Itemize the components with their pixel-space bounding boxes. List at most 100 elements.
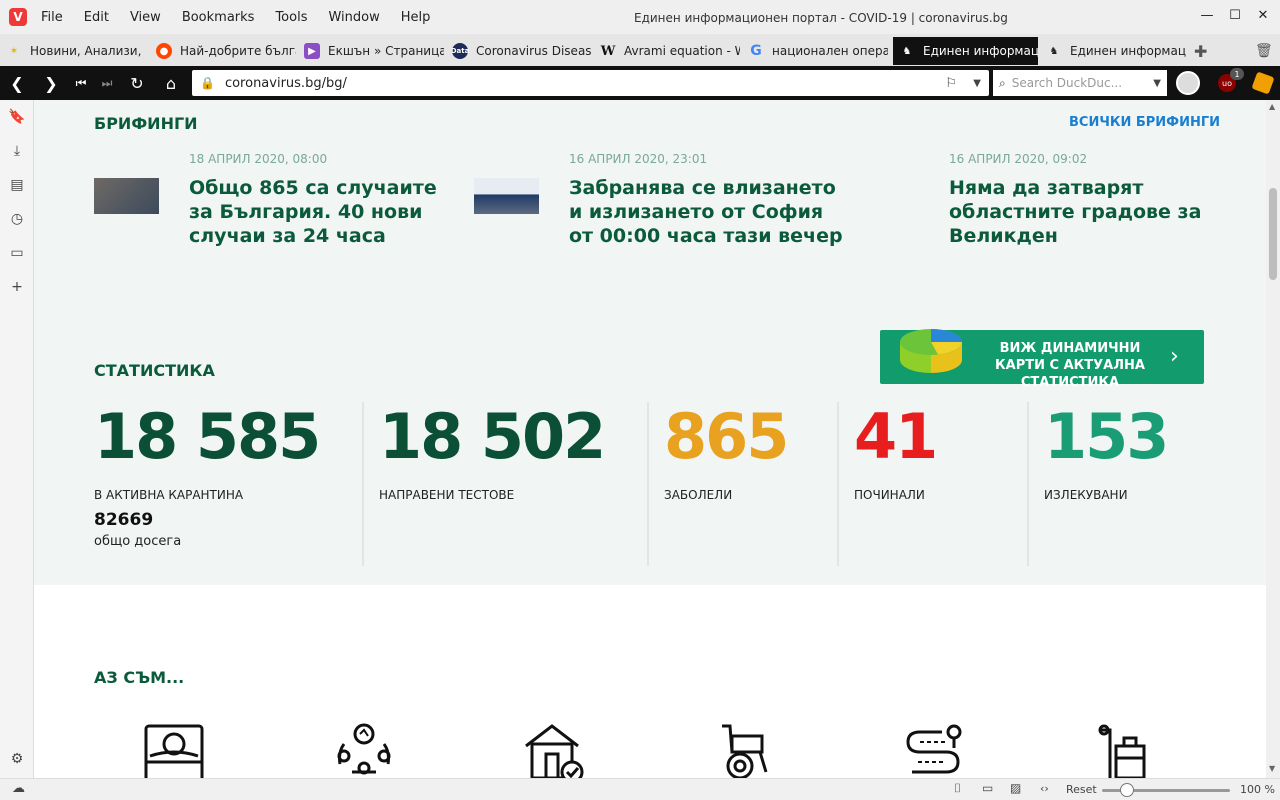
lion-icon: ♞ bbox=[1049, 45, 1059, 57]
rewind-icon[interactable]: ⏮ bbox=[70, 73, 92, 93]
zoom-reset-button[interactable]: Reset bbox=[1066, 783, 1097, 796]
briefing-date: 18 АПРИЛ 2020, 08:00 bbox=[189, 152, 328, 166]
stat-quarantine: 18 585 В АКТИВНА КАРАНТИНА 82669 общо до… bbox=[94, 402, 354, 566]
lion-icon: ♞ bbox=[902, 45, 912, 57]
pie-chart-icon bbox=[900, 329, 962, 373]
menu-view[interactable]: View bbox=[130, 10, 161, 25]
sick-in-bed-icon[interactable] bbox=[142, 722, 206, 778]
fast-forward-icon[interactable]: ⏭ bbox=[96, 73, 118, 93]
menu-edit[interactable]: Edit bbox=[84, 10, 109, 25]
back-icon[interactable]: ❮ bbox=[6, 73, 28, 93]
briefing-thumbnail-2[interactable] bbox=[474, 178, 539, 214]
menu-window[interactable]: Window bbox=[328, 10, 379, 25]
tab-1[interactable]: ✶ Новини, Анализи, И bbox=[6, 37, 146, 65]
minimize-icon[interactable]: — bbox=[1196, 6, 1218, 24]
star-icon: ✶ bbox=[9, 45, 19, 57]
stat-sub-label: общо досега bbox=[94, 534, 182, 549]
menu-bar: V File Edit View Bookmarks Tools Window … bbox=[0, 0, 1280, 34]
stat-recovered: 153 ИЗЛЕКУВАНИ bbox=[1044, 402, 1214, 566]
tab-3[interactable]: ▶ Екшън » Страница 2 bbox=[304, 37, 444, 65]
extension-icon[interactable] bbox=[1251, 71, 1275, 95]
menu-help[interactable]: Help bbox=[401, 10, 431, 25]
tab-label: Единен информаци bbox=[1070, 44, 1186, 58]
downloads-panel-icon[interactable]: ⤓ bbox=[8, 142, 26, 160]
bookmark-icon[interactable]: ⚐ bbox=[945, 76, 957, 91]
history-panel-icon[interactable]: ◷ bbox=[8, 210, 26, 228]
vivaldi-logo-icon[interactable]: V bbox=[9, 8, 27, 26]
travel-route-icon[interactable] bbox=[902, 722, 966, 778]
briefing-headline[interactable]: Общо 865 са случаите за България. 40 нов… bbox=[189, 176, 454, 248]
briefing-headline[interactable]: Няма да затварят областните градове за В… bbox=[949, 176, 1204, 248]
page-scrollbar[interactable]: ▲ ▼ bbox=[1266, 100, 1280, 778]
dynamic-maps-button[interactable]: ВИЖ ДИНАМИЧНИ КАРТИ С АКТУАЛНА СТАТИСТИК… bbox=[880, 329, 1204, 390]
new-tab-button[interactable]: ✚ bbox=[1194, 37, 1214, 65]
stat-value: 18 585 bbox=[94, 400, 321, 473]
page-content: БРИФИНГИ ВСИЧКИ БРИФИНГИ 18 АПРИЛ 2020, … bbox=[34, 100, 1266, 778]
chevron-down-icon[interactable]: ▼ bbox=[973, 78, 981, 89]
briefing-item-3[interactable]: 16 АПРИЛ 2020, 09:02 Няма да затварят об… bbox=[949, 152, 1204, 248]
browser-sidebar: 🔖 ⤓ ▤ ◷ ▭ + ⚙ bbox=[0, 100, 34, 778]
stat-value: 41 bbox=[854, 400, 938, 473]
home-quarantine-icon[interactable] bbox=[522, 722, 586, 778]
image-icon[interactable]: ▨ bbox=[1010, 781, 1021, 795]
divider bbox=[1027, 402, 1029, 566]
menu-bookmarks[interactable]: Bookmarks bbox=[182, 10, 255, 25]
home-icon[interactable]: ⌂ bbox=[160, 73, 182, 93]
reddit-icon: ● bbox=[156, 43, 172, 59]
add-panel-icon[interactable]: + bbox=[8, 278, 26, 296]
tab-8[interactable]: ♞ Единен информаци bbox=[1046, 37, 1186, 65]
cloud-sync-icon[interactable]: ☁ bbox=[12, 781, 25, 796]
briefing-item-2[interactable]: 16 АПРИЛ 2020, 23:01 Забранява се влизан… bbox=[569, 152, 849, 248]
bookmarks-panel-icon[interactable]: 🔖 bbox=[8, 108, 26, 126]
settings-gear-icon[interactable]: ⚙ bbox=[8, 750, 26, 768]
tab-2[interactable]: ● Най-добрите българ bbox=[156, 37, 296, 65]
tab-label: Единен информаци bbox=[923, 44, 1038, 58]
status-bar: ☁ ⌷ ▭ ▨ ‹› Reset 100 % bbox=[0, 778, 1280, 800]
tab-5[interactable]: W Avrami equation - Wi bbox=[600, 37, 740, 65]
all-briefings-link[interactable]: ВСИЧКИ БРИФИНГИ bbox=[1069, 115, 1220, 130]
briefing-headline[interactable]: Забранява се влизането и излизането от С… bbox=[569, 176, 849, 248]
tab-label: национален операт bbox=[772, 44, 888, 58]
url-text: coronavirus.bg/bg/ bbox=[224, 75, 347, 91]
tile-icon[interactable]: ▭ bbox=[982, 781, 993, 795]
luggage-icon[interactable] bbox=[1092, 722, 1156, 778]
divider bbox=[647, 402, 649, 566]
code-icon[interactable]: ‹› bbox=[1040, 782, 1049, 795]
menu-tools[interactable]: Tools bbox=[275, 10, 307, 25]
search-input[interactable]: ⌕ Search DuckDuc... ▼ bbox=[993, 70, 1167, 96]
window-title: Единен информационен портал - COVID-19 |… bbox=[634, 11, 1008, 25]
tab-6[interactable]: G национален операт bbox=[748, 37, 888, 65]
scroll-down-icon[interactable]: ▼ bbox=[1269, 764, 1275, 773]
wheelchair-icon[interactable] bbox=[712, 722, 776, 778]
url-field[interactable]: 🔒 coronavirus.bg/bg/ ⚐ ▼ bbox=[192, 70, 989, 96]
briefing-item-1[interactable]: 18 АПРИЛ 2020, 08:00 Общо 865 са случаит… bbox=[189, 152, 454, 248]
briefing-thumbnail-1[interactable] bbox=[94, 178, 159, 214]
forward-icon[interactable]: ❯ bbox=[40, 73, 62, 93]
profile-avatar-icon[interactable] bbox=[1176, 71, 1200, 95]
notes-panel-icon[interactable]: ▤ bbox=[8, 176, 26, 194]
stat-value: 18 502 bbox=[379, 400, 606, 473]
zoom-slider-handle[interactable] bbox=[1120, 783, 1134, 797]
scroll-up-icon[interactable]: ▲ bbox=[1269, 102, 1275, 111]
reload-icon[interactable]: ↻ bbox=[126, 73, 148, 93]
notification-badge: 1 bbox=[1230, 68, 1244, 80]
window-panel-icon[interactable]: ▭ bbox=[8, 244, 26, 262]
camera-icon[interactable]: ⌷ bbox=[954, 781, 961, 796]
tab-7-active[interactable]: ♞ Единен информаци bbox=[893, 37, 1038, 65]
stat-value: 865 bbox=[664, 400, 789, 473]
i-am-title: АЗ СЪМ... bbox=[94, 668, 185, 687]
statistics-title: СТАТИСТИКА bbox=[94, 361, 215, 380]
scroll-thumb[interactable] bbox=[1269, 188, 1277, 280]
stat-value: 153 bbox=[1044, 400, 1169, 473]
contact-tracing-icon[interactable] bbox=[332, 722, 396, 778]
close-icon[interactable]: ✕ bbox=[1252, 6, 1274, 24]
tab-4[interactable]: Data Coronavirus Disease bbox=[452, 37, 592, 65]
chevron-down-icon[interactable]: ▼ bbox=[1153, 78, 1161, 89]
stat-label: В АКТИВНА КАРАНТИНА bbox=[94, 488, 244, 502]
stat-deceased: 41 ПОЧИНАЛИ bbox=[854, 402, 1024, 566]
menu-file[interactable]: File bbox=[41, 10, 63, 25]
zoom-level: 100 % bbox=[1240, 783, 1275, 796]
dynamic-maps-label: ВИЖ ДИНАМИЧНИ КАРТИ С АКТУАЛНА СТАТИСТИК… bbox=[995, 341, 1145, 390]
maximize-icon[interactable]: ☐ bbox=[1224, 6, 1246, 24]
trash-icon[interactable]: 🗑 bbox=[1255, 37, 1273, 65]
